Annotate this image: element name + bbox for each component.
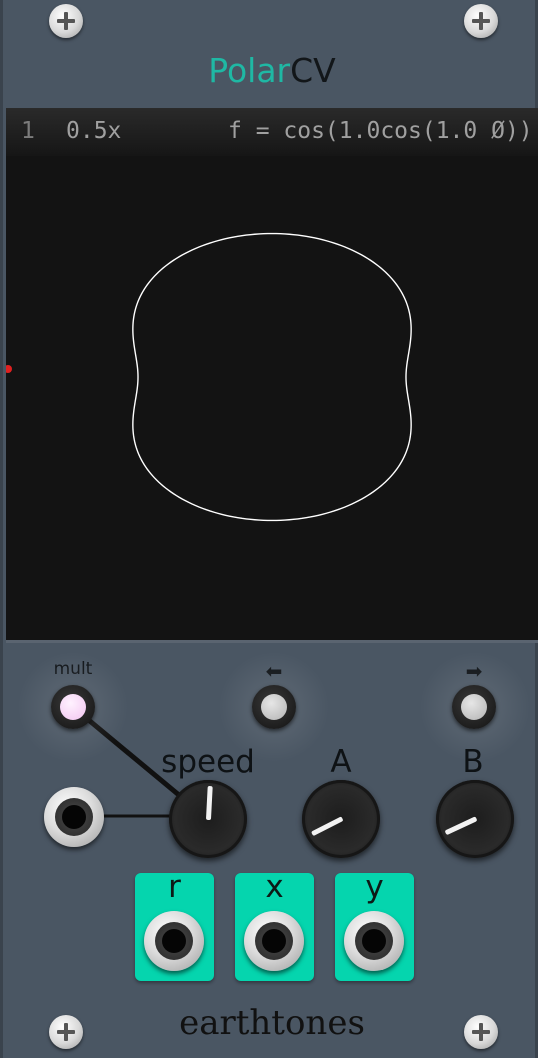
- brand-logo: earthtones: [179, 1003, 365, 1043]
- position-marker: [6, 365, 12, 373]
- title-part-polar: Polar: [208, 51, 291, 90]
- screw-top-right-icon: [464, 4, 498, 38]
- a-label: A: [330, 744, 352, 780]
- previous-button[interactable]: [252, 685, 296, 729]
- control-section: mult ⬅ ➡ speed A B r: [3, 645, 538, 1058]
- b-label: B: [462, 744, 484, 780]
- mult-led-icon: [60, 694, 86, 720]
- waveform-display: 1 0.5x f = cos(1.0cos(1.0 Ø)): [6, 108, 538, 643]
- polar-curve: [132, 232, 412, 522]
- b-knob[interactable]: [436, 780, 514, 858]
- next-button[interactable]: [452, 685, 496, 729]
- y-output-jack[interactable]: [344, 911, 404, 971]
- x-output-panel: x: [235, 869, 314, 981]
- a-knob-pointer: [310, 816, 344, 837]
- speed-knob[interactable]: [169, 780, 247, 858]
- screw-top-left-icon: [49, 4, 83, 38]
- speed-knob-pointer: [205, 785, 213, 821]
- b-knob-pointer: [444, 816, 478, 836]
- title-part-cv: CV: [290, 51, 336, 90]
- speed-cv-input-jack[interactable]: [44, 787, 104, 847]
- r-output-jack[interactable]: [144, 911, 204, 971]
- speed-label: speed: [161, 744, 255, 780]
- r-output-label: r: [168, 869, 181, 905]
- module-panel: PolarCV 1 0.5x f = cos(1.0cos(1.0 Ø)) mu…: [0, 0, 538, 1058]
- mult-button[interactable]: [51, 685, 95, 729]
- y-output-label: y: [365, 869, 384, 905]
- r-output-panel: r: [135, 869, 214, 981]
- y-output-panel: y: [335, 869, 414, 981]
- previous-led-icon: [261, 694, 287, 720]
- a-knob[interactable]: [302, 780, 380, 858]
- module-title: PolarCV: [3, 52, 538, 90]
- next-led-icon: [461, 694, 487, 720]
- polar-curve-plot: [6, 232, 412, 522]
- x-output-label: x: [265, 869, 284, 905]
- x-output-jack[interactable]: [244, 911, 304, 971]
